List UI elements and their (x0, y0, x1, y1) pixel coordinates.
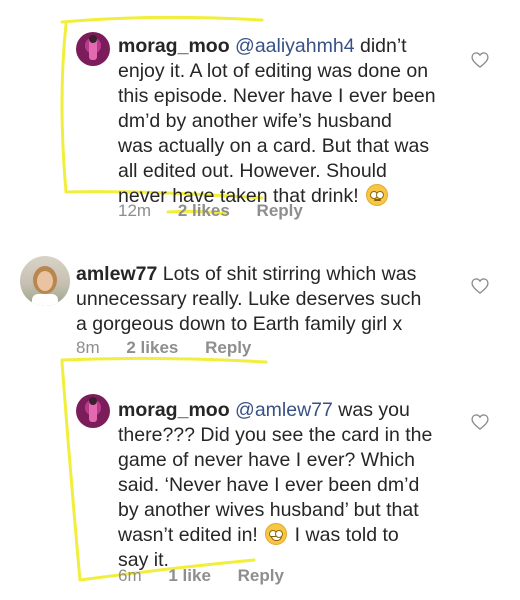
avatar[interactable] (76, 394, 110, 428)
comment-time: 8m (76, 338, 100, 357)
avatar[interactable] (76, 32, 110, 66)
comment-username[interactable]: morag_moo (118, 399, 230, 421)
avatar[interactable] (20, 256, 70, 306)
comment-mention[interactable]: @amlew77 (235, 399, 333, 421)
comment-meta: 12m 2 likes Reply (118, 201, 325, 221)
reply-button[interactable]: Reply (205, 338, 251, 357)
comment-time: 6m (118, 566, 142, 585)
reply-button[interactable]: Reply (257, 201, 303, 220)
highlight-top-1 (60, 15, 264, 24)
avatar-figure-icon (89, 35, 97, 60)
comment-username[interactable]: morag_moo (118, 35, 230, 57)
comment-text: morag_moo @aaliyahmh4 didn’t enjoy it. A… (118, 35, 436, 207)
comment-username[interactable]: amlew77 (76, 263, 157, 285)
comment-likes[interactable]: 2 likes (178, 201, 230, 220)
reply-button[interactable]: Reply (238, 566, 284, 585)
comment-mention[interactable]: @aaliyahmh4 (235, 35, 355, 57)
heart-outline-icon[interactable] (470, 276, 490, 296)
avatar-figure-icon (89, 397, 97, 422)
comment-meta: 6m 1 like Reply (118, 566, 306, 586)
comment-meta: 8m 2 likes Reply (76, 338, 273, 358)
heart-outline-icon[interactable] (470, 50, 490, 70)
heart-outline-icon[interactable] (470, 412, 490, 432)
comment-time: 12m (118, 201, 152, 220)
comment-likes[interactable]: 1 like (168, 566, 211, 585)
comment-text: amlew77 Lots of shit stirring which was … (76, 263, 422, 335)
grinning-face-with-sweat-icon (265, 523, 288, 545)
highlight-top-2 (60, 356, 268, 364)
comment-text: morag_moo @amlew77 was you there??? Did … (118, 399, 433, 571)
avatar-photo-icon (32, 266, 58, 306)
face-with-rolling-eyes-icon (366, 184, 389, 206)
comment-likes[interactable]: 2 likes (126, 338, 178, 357)
